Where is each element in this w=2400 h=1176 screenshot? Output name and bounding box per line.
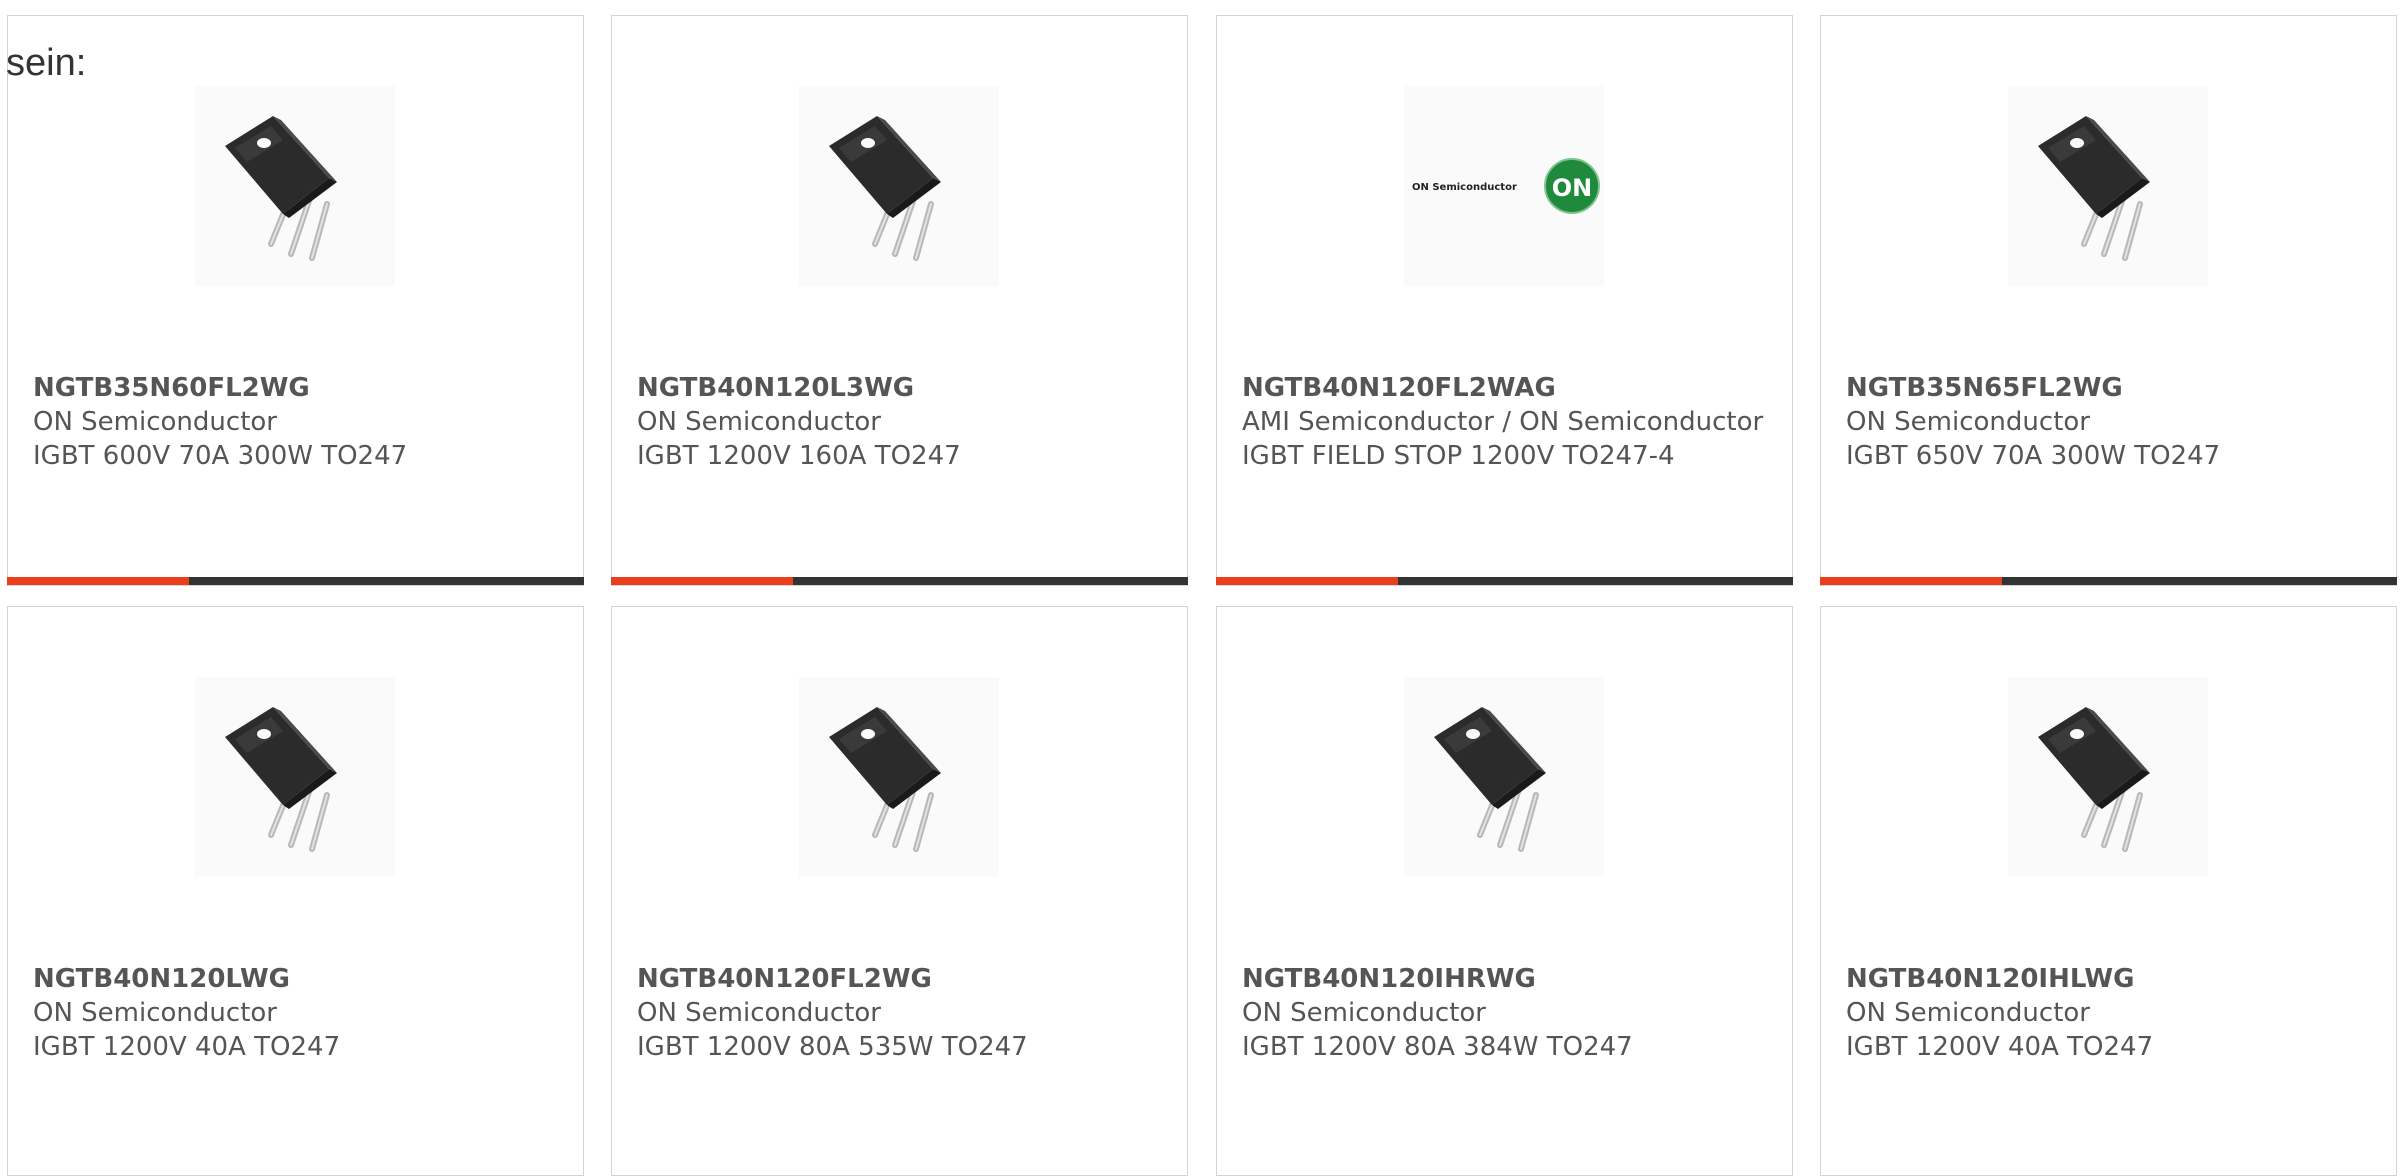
part-number-link[interactable]: NGTB40N120LWG [33,962,563,996]
product-info: NGTB35N65FL2WG ON Semiconductor IGBT 650V … [1846,371,2376,473]
product-description: IGBT 1200V 40A TO247 [1846,1032,2154,1062]
product-card[interactable]: NGTB40N120IHRWG ON Semiconductor IGBT 1200… [1216,606,1793,1176]
product-description: IGBT 1200V 40A TO247 [33,1032,341,1062]
product-description: IGBT FIELD STOP 1200V TO247-4 [1242,441,1675,471]
product-info: NGTB40N120L3WG ON Semiconductor IGBT 1200V… [637,371,1167,473]
product-info: NGTB35N60FL2WG ON Semiconductor IGBT 600V … [33,371,563,473]
manufacturer-name: ON Semiconductor [33,998,277,1028]
manufacturer-name: ON Semiconductor [637,998,881,1028]
part-number-link[interactable]: NGTB40N120L3WG [637,371,1167,405]
product-info: NGTB40N120FL2WG ON Semiconductor IGBT 1200… [637,962,1167,1064]
card-footer-bar [1820,577,2397,585]
part-number-link[interactable]: NGTB40N120IHRWG [1242,962,1772,996]
card-footer-bar [1216,577,1793,585]
manufacturer-logo[interactable]: ON Semiconductor ON [1404,86,1604,286]
card-footer-bar [611,577,1188,585]
product-card[interactable]: NGTB35N60FL2WG ON Semiconductor IGBT 600V … [7,15,584,586]
product-description: IGBT 1200V 80A 384W TO247 [1242,1032,1633,1062]
card-footer-accent [611,577,793,585]
card-footer-accent [7,577,189,585]
product-image[interactable] [1404,677,1604,877]
product-card[interactable]: NGTB40N120L3WG ON Semiconductor IGBT 1200V… [611,15,1188,586]
svg-text:ON: ON [1552,174,1593,202]
product-info: NGTB40N120IHRWG ON Semiconductor IGBT 1200… [1242,962,1772,1064]
product-description: IGBT 1200V 80A 535W TO247 [637,1032,1028,1062]
part-number-link[interactable]: NGTB40N120IHLWG [1846,962,2376,996]
product-image[interactable] [2008,677,2208,877]
manufacturer-name: AMI Semiconductor / ON Semiconductor [1242,407,1764,437]
manufacturer-name: ON Semiconductor [1846,407,2090,437]
product-info: NGTB40N120LWG ON Semiconductor IGBT 1200V … [33,962,563,1064]
product-image[interactable] [195,86,395,286]
product-image[interactable] [799,86,999,286]
manufacturer-name: ON Semiconductor [637,407,881,437]
product-image[interactable] [799,677,999,877]
part-number-link[interactable]: NGTB40N120FL2WG [637,962,1167,996]
lead-text: sein: [6,42,87,84]
card-footer-accent [1216,577,1398,585]
part-number-link[interactable]: NGTB40N120FL2WAG [1242,371,1772,405]
product-description: IGBT 650V 70A 300W TO247 [1846,441,2221,471]
product-description: IGBT 600V 70A 300W TO247 [33,441,408,471]
manufacturer-name: ON Semiconductor [33,407,277,437]
svg-text:ON Semiconductor: ON Semiconductor [1412,182,1517,193]
product-card[interactable]: NGTB40N120IHLWG ON Semiconductor IGBT 1200… [1820,606,2397,1176]
product-info: NGTB40N120IHLWG ON Semiconductor IGBT 1200… [1846,962,2376,1064]
part-number-link[interactable]: NGTB35N60FL2WG [33,371,563,405]
product-description: IGBT 1200V 160A TO247 [637,441,961,471]
product-image[interactable] [195,677,395,877]
product-card[interactable]: NGTB35N65FL2WG ON Semiconductor IGBT 650V … [1820,15,2397,586]
product-card[interactable]: NGTB40N120LWG ON Semiconductor IGBT 1200V … [7,606,584,1176]
card-footer-accent [1820,577,2002,585]
part-number-link[interactable]: NGTB35N65FL2WG [1846,371,2376,405]
manufacturer-name: ON Semiconductor [1242,998,1486,1028]
product-card[interactable]: NGTB40N120FL2WG ON Semiconductor IGBT 1200… [611,606,1188,1176]
product-image[interactable] [2008,86,2208,286]
manufacturer-name: ON Semiconductor [1846,998,2090,1028]
product-info: NGTB40N120FL2WAG AMI Semiconductor / ON S… [1242,371,1772,473]
product-card[interactable]: ON Semiconductor ON NGTB40N120FL2WAG AMI Se… [1216,15,1793,586]
card-footer-bar [7,577,584,585]
